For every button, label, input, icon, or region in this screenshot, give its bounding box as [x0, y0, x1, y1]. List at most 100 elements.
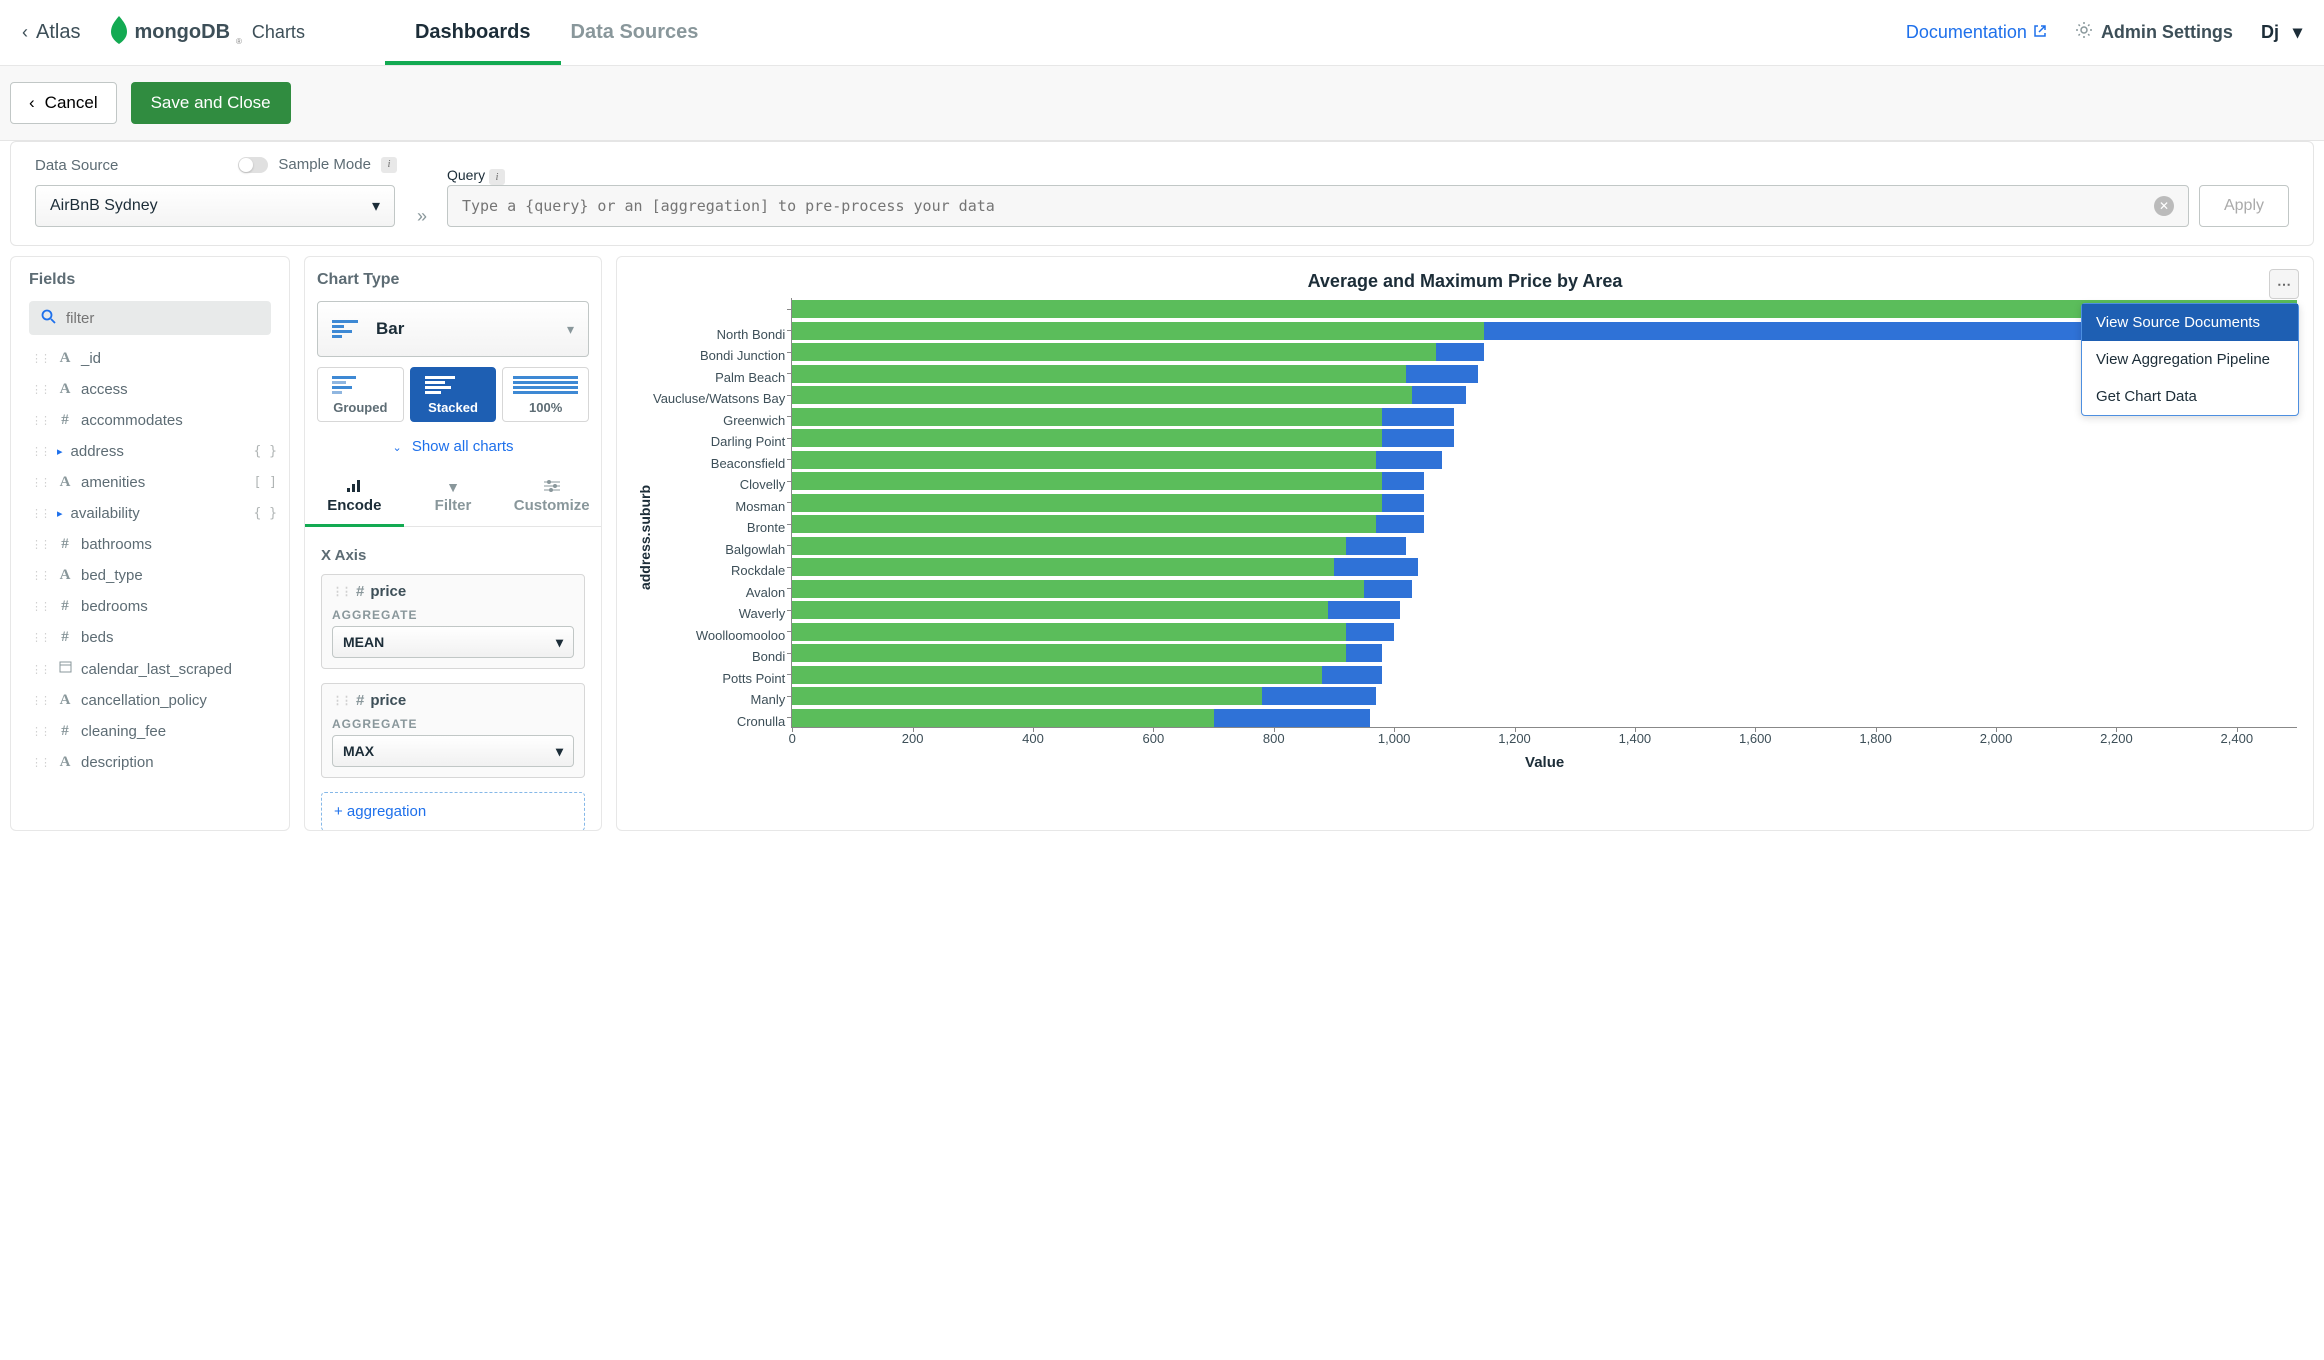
fields-filter[interactable] [29, 301, 271, 335]
bar-row[interactable] [792, 429, 2297, 447]
bar-row[interactable] [792, 408, 2297, 426]
string-type-icon: A [57, 474, 73, 491]
drag-handle-icon[interactable]: ⋮⋮ [31, 414, 49, 427]
y-tick-label: Balgowlah [653, 539, 791, 561]
subtype-grouped[interactable]: Grouped [317, 367, 404, 422]
encoding-card-1[interactable]: ⋮⋮#price AGGREGATE MEAN▾ [321, 574, 585, 669]
bar-row[interactable] [792, 644, 2297, 662]
chart-menu-button[interactable]: ⋯ [2269, 269, 2299, 299]
y-tick-label [653, 302, 791, 324]
bar-row[interactable] [792, 580, 2297, 598]
customize-icon [502, 479, 601, 495]
drag-handle-icon[interactable]: ⋮⋮ [31, 383, 49, 396]
bar-row[interactable] [792, 558, 2297, 576]
bar-row[interactable] [792, 472, 2297, 490]
drag-handle-icon[interactable]: ⋮⋮ [31, 725, 49, 738]
y-tick-label: Clovelly [653, 474, 791, 496]
bar-row[interactable] [792, 451, 2297, 469]
bar-row[interactable] [792, 623, 2297, 641]
subtype-100pct[interactable]: 100% [502, 367, 589, 422]
chevron-down-icon: ⌄ [392, 442, 401, 454]
drag-handle-icon[interactable]: ⋮⋮ [31, 663, 49, 676]
bar-row[interactable] [792, 494, 2297, 512]
number-type-icon: # [57, 412, 73, 429]
apply-button[interactable]: Apply [2199, 185, 2289, 227]
drag-handle-icon[interactable]: ⋮⋮ [31, 538, 49, 551]
field-accommodates[interactable]: ⋮⋮#accommodates [29, 405, 279, 436]
drag-handle-icon[interactable]: ⋮⋮ [31, 476, 49, 489]
query-input-wrap: ✕ [447, 185, 2189, 227]
add-aggregation-button[interactable]: + aggregation [321, 792, 585, 830]
menu-get-chart-data[interactable]: Get Chart Data [2082, 378, 2298, 415]
chart-type-select[interactable]: Bar ▾ [317, 301, 589, 357]
show-all-charts-link[interactable]: ⌄ Show all charts [317, 432, 589, 469]
clear-query-icon[interactable]: ✕ [2154, 196, 2174, 216]
bar-row[interactable] [792, 343, 2297, 361]
bar-row[interactable] [792, 386, 2297, 404]
cancel-button[interactable]: ‹ Cancel [10, 82, 117, 124]
drag-handle-icon[interactable]: ⋮⋮ [31, 507, 49, 520]
field-beds[interactable]: ⋮⋮#beds [29, 622, 279, 653]
drag-handle-icon[interactable]: ⋮⋮ [31, 756, 49, 769]
query-input[interactable] [462, 197, 2154, 215]
tab-encode[interactable]: Encode [305, 469, 404, 526]
x-axis-title: Value [792, 754, 2297, 771]
drag-handle-icon[interactable]: ⋮⋮ [332, 585, 350, 598]
bar-row[interactable] [792, 687, 2297, 705]
field-access[interactable]: ⋮⋮Aaccess [29, 374, 279, 405]
user-menu[interactable]: Dj ▾ [2261, 22, 2302, 43]
subtype-stacked[interactable]: Stacked [410, 367, 497, 422]
menu-view-source-documents[interactable]: View Source Documents [2082, 304, 2298, 341]
field-cleaning_fee[interactable]: ⋮⋮#cleaning_fee [29, 716, 279, 747]
bar-row[interactable] [792, 365, 2297, 383]
drag-handle-icon[interactable]: ⋮⋮ [31, 600, 49, 613]
aggregate-select-1[interactable]: MEAN▾ [332, 626, 574, 658]
encoding-card-2[interactable]: ⋮⋮#price AGGREGATE MAX▾ [321, 683, 585, 778]
expand-icon[interactable]: » [411, 206, 433, 227]
tab-dashboards[interactable]: Dashboards [415, 1, 531, 64]
info-icon[interactable]: i [381, 157, 397, 173]
field-bed_type[interactable]: ⋮⋮Abed_type [29, 560, 279, 591]
drag-handle-icon[interactable]: ⋮⋮ [332, 694, 350, 707]
fields-filter-input[interactable] [66, 310, 265, 327]
bar-row[interactable] [792, 601, 2297, 619]
aggregate-select-2[interactable]: MAX▾ [332, 735, 574, 767]
bar-row[interactable] [792, 666, 2297, 684]
tab-filter[interactable]: ▼Filter [404, 469, 503, 526]
admin-settings-link[interactable]: Admin Settings [2075, 21, 2233, 44]
x-tick-label: 0 [789, 731, 796, 746]
info-icon[interactable]: i [489, 169, 505, 185]
fields-title: Fields [29, 271, 283, 289]
bar-row[interactable] [792, 515, 2297, 533]
field-bathrooms[interactable]: ⋮⋮#bathrooms [29, 529, 279, 560]
field-availability[interactable]: ⋮⋮▸availability{ } [29, 498, 279, 529]
drag-handle-icon[interactable]: ⋮⋮ [31, 445, 49, 458]
save-and-close-button[interactable]: Save and Close [131, 82, 291, 124]
tab-customize[interactable]: Customize [502, 469, 601, 526]
tab-data-sources[interactable]: Data Sources [571, 1, 699, 64]
field-cancellation_policy[interactable]: ⋮⋮Acancellation_policy [29, 685, 279, 716]
documentation-link[interactable]: Documentation [1906, 22, 2047, 43]
data-source-select[interactable]: AirBnB Sydney ▾ [35, 185, 395, 227]
field-bedrooms[interactable]: ⋮⋮#bedrooms [29, 591, 279, 622]
field-amenities[interactable]: ⋮⋮Aamenities[ ] [29, 467, 279, 498]
config-panel: Chart Type Bar ▾ Grouped Stacked 100% ⌄ [304, 256, 602, 831]
drag-handle-icon[interactable]: ⋮⋮ [31, 694, 49, 707]
query-label: Query i [447, 167, 2289, 186]
sample-mode-toggle[interactable] [238, 157, 268, 173]
field-address[interactable]: ⋮⋮▸address{ } [29, 436, 279, 467]
chart-menu-dropdown: View Source Documents View Aggregation P… [2081, 303, 2299, 416]
drag-handle-icon[interactable]: ⋮⋮ [31, 631, 49, 644]
drag-handle-icon[interactable]: ⋮⋮ [31, 352, 49, 365]
field-_id[interactable]: ⋮⋮A_id [29, 343, 279, 374]
bar-row[interactable] [792, 709, 2297, 727]
atlas-back-link[interactable]: ‹ Atlas [22, 21, 80, 44]
menu-view-aggregation-pipeline[interactable]: View Aggregation Pipeline [2082, 341, 2298, 378]
field-description[interactable]: ⋮⋮Adescription [29, 747, 279, 778]
caret-down-icon: ▾ [2293, 22, 2302, 43]
bar-row[interactable] [792, 322, 2297, 340]
bar-row[interactable] [792, 300, 2297, 318]
drag-handle-icon[interactable]: ⋮⋮ [31, 569, 49, 582]
bar-row[interactable] [792, 537, 2297, 555]
field-calendar_last_scraped[interactable]: ⋮⋮calendar_last_scraped [29, 653, 279, 685]
